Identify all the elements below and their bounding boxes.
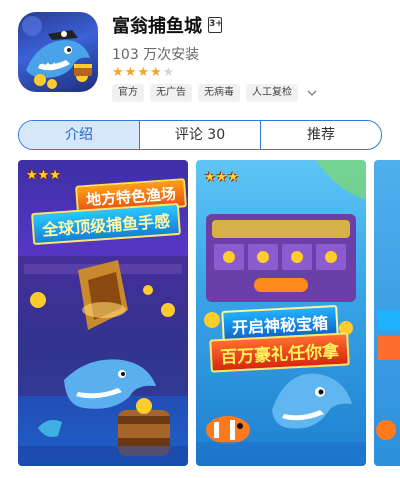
star-icon: ★ [124, 65, 137, 80]
chevron-down-icon[interactable] [306, 87, 318, 99]
tag-official: 官方 [112, 84, 144, 102]
tag-list[interactable]: 官方 无广告 无病毒 人工复检 [112, 84, 318, 102]
tag-manual-review: 人工复检 [246, 84, 298, 102]
star-icon: ★ [149, 65, 162, 80]
tab-bar: 介绍 评论 30 推荐 [18, 120, 382, 150]
install-count: 103 万次安装 [112, 47, 200, 63]
app-header: 富翁捕鱼城 3+ 103 万次安装 ★ ★ ★ ★ ★ 官方 无广告 无病毒 人… [0, 0, 400, 112]
app-icon[interactable] [18, 12, 98, 92]
screenshot-1[interactable]: ★★★ 地方特色渔场 全球顶级捕鱼手感 [18, 160, 188, 466]
rating-stars: ★ ★ ★ ★ ★ [112, 66, 174, 80]
age-rating-icon: 3+ [208, 17, 223, 33]
tab-reviews[interactable]: 评论 30 [140, 121, 261, 149]
tab-intro[interactable]: 介绍 [19, 121, 140, 149]
star-icon-empty: ★ [162, 65, 175, 80]
app-name: 富翁捕鱼城 [112, 16, 202, 37]
game-logo: ★★★ [26, 168, 61, 183]
tab-recommend[interactable]: 推荐 [261, 121, 381, 149]
tag-no-virus: 无病毒 [198, 84, 240, 102]
game-logo: ★★★ [204, 170, 239, 185]
app-title: 富翁捕鱼城 3+ [112, 12, 223, 38]
star-icon: ★ [137, 65, 149, 80]
star-icon: ★ [112, 65, 124, 80]
screenshot-carousel[interactable]: ★★★ 地方特色渔场 全球顶级捕鱼手感 ★★★ 开启神秘宝箱 百万豪礼任你拿 [0, 160, 400, 478]
tag-no-ads: 无广告 [150, 84, 192, 102]
screenshot-3[interactable] [374, 160, 400, 466]
screenshot-2[interactable]: ★★★ 开启神秘宝箱 百万豪礼任你拿 [196, 160, 366, 466]
